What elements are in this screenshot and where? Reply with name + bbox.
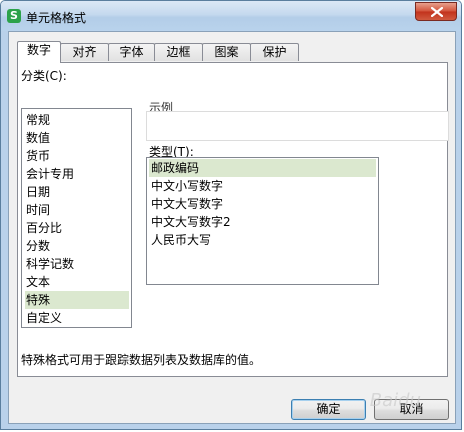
watermark-logo: Baidu	[369, 390, 421, 411]
list-item[interactable]: 常规	[25, 111, 129, 129]
list-item[interactable]: 中文大写数字	[149, 195, 376, 213]
list-item[interactable]: 时间	[25, 201, 129, 219]
category-label: 分类(C):	[21, 69, 67, 83]
tab-protection[interactable]: 保护	[250, 43, 299, 61]
tab-panel-number: 分类(C): 常规 数值 货币 会计专用 日期 时间 百分比 分数 科学记数 文…	[17, 62, 449, 377]
example-preview	[146, 111, 449, 141]
list-item[interactable]: 人民币大写	[149, 231, 376, 249]
format-description: 特殊格式可用于跟踪数据列表及数据库的值。	[21, 353, 262, 367]
tab-alignment[interactable]: 对齐	[60, 43, 109, 61]
category-list[interactable]: 常规 数值 货币 会计专用 日期 时间 百分比 分数 科学记数 文本 特殊 自定…	[21, 108, 132, 328]
window-title: 单元格格式	[26, 11, 87, 25]
app-icon: S	[7, 9, 21, 23]
ok-button[interactable]: 确定	[291, 399, 366, 420]
list-item[interactable]: 科学记数	[25, 255, 129, 273]
list-item[interactable]: 百分比	[25, 219, 129, 237]
tab-number[interactable]: 数字	[17, 41, 61, 63]
tab-pattern[interactable]: 图案	[202, 43, 251, 61]
dialog-client-area: 数字 对齐 字体 边框 图案 保护 分类(C): 常规 数值 货币 会计专用 日…	[8, 31, 456, 424]
list-item[interactable]: 自定义	[25, 309, 129, 327]
close-button[interactable]	[415, 2, 457, 21]
list-item[interactable]: 中文小写数字	[149, 177, 376, 195]
title-bar[interactable]: S 单元格格式	[1, 1, 461, 31]
list-item[interactable]: 文本	[25, 273, 129, 291]
list-item[interactable]: 中文大写数字2	[149, 213, 376, 231]
tab-font[interactable]: 字体	[108, 43, 155, 61]
list-item[interactable]: 分数	[25, 237, 129, 255]
list-item[interactable]: 日期	[25, 183, 129, 201]
list-item-selected[interactable]: 邮政编码	[149, 159, 376, 177]
tab-border[interactable]: 边框	[154, 43, 203, 61]
list-item[interactable]: 数值	[25, 129, 129, 147]
list-item[interactable]: 货币	[25, 147, 129, 165]
list-item-selected[interactable]: 特殊	[25, 291, 129, 309]
type-list[interactable]: 邮政编码 中文小写数字 中文大写数字 中文大写数字2 人民币大写	[146, 157, 379, 285]
close-icon	[431, 7, 443, 17]
dialog-window: S 单元格格式 数字 对齐 字体 边框 图案 保护 分类(C): 常规 数值 货…	[0, 0, 462, 430]
list-item[interactable]: 会计专用	[25, 165, 129, 183]
